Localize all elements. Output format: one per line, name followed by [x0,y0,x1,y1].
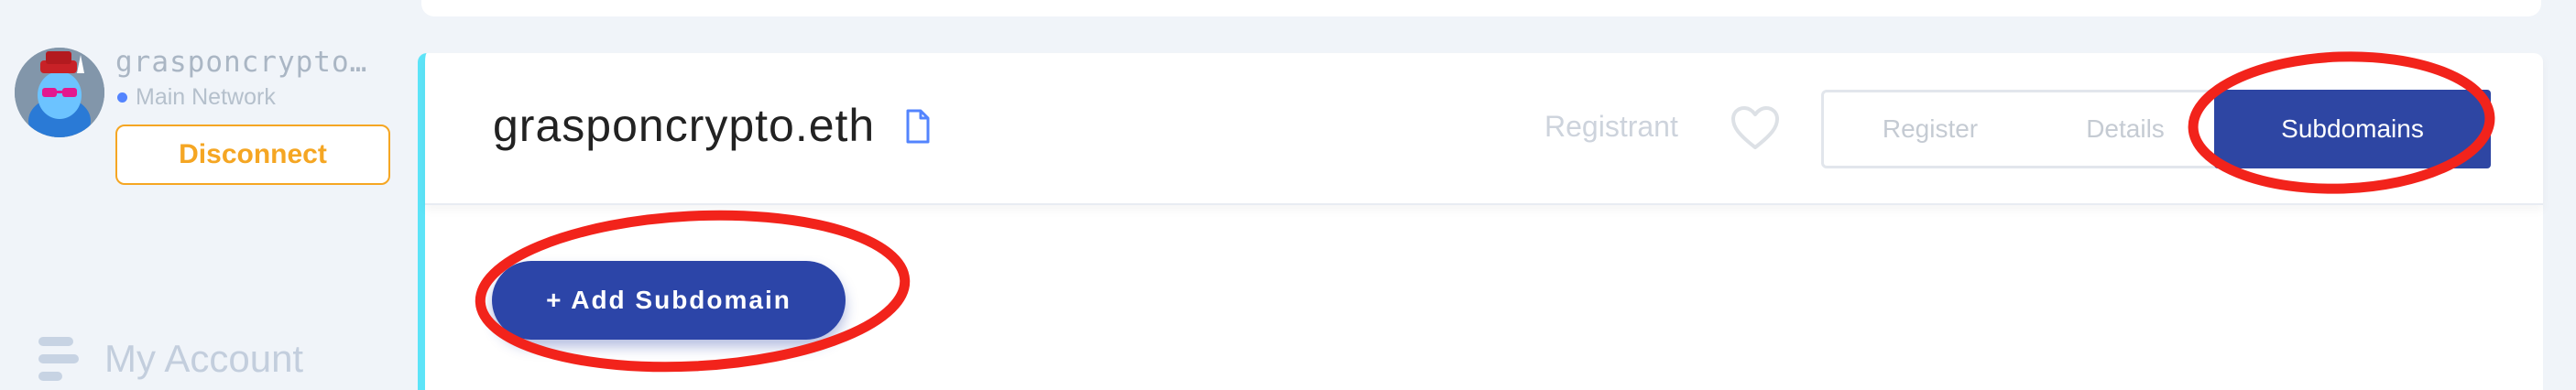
domain-name: grasponcrypto.eth [493,100,876,151]
network-status-dot [117,92,127,103]
avatar[interactable] [15,48,104,137]
add-subdomain-button[interactable]: + Add Subdomain [492,261,846,340]
disconnect-button[interactable]: Disconnect [115,125,390,185]
registrant-label: Registrant [1545,110,1678,143]
domain-panel: grasponcrypto.eth Registrant Register De… [418,53,2543,390]
nav-item-label: My Account [104,337,304,380]
tab-details[interactable]: Details [2038,92,2212,166]
tab-register[interactable]: Register [1824,92,2036,166]
copy-document-icon[interactable] [905,108,931,145]
network-label: Main Network [136,84,276,110]
account-name: grasponcrypto.eth [115,46,381,79]
tab-subdomains[interactable]: Subdomains [2214,90,2491,168]
list-icon [38,337,79,381]
sidebar: grasponcrypto.eth Main Network Disconnec… [0,0,418,390]
previous-card [421,0,2541,16]
avatar-image [15,48,104,137]
domain-header: grasponcrypto.eth Registrant Register De… [425,53,2543,205]
network-status: Main Network [117,84,276,111]
tab-bar: Register Details Subdomains [1821,90,2491,168]
nav-item-my-account[interactable]: My Account [38,337,303,381]
heart-icon[interactable] [1730,104,1781,152]
